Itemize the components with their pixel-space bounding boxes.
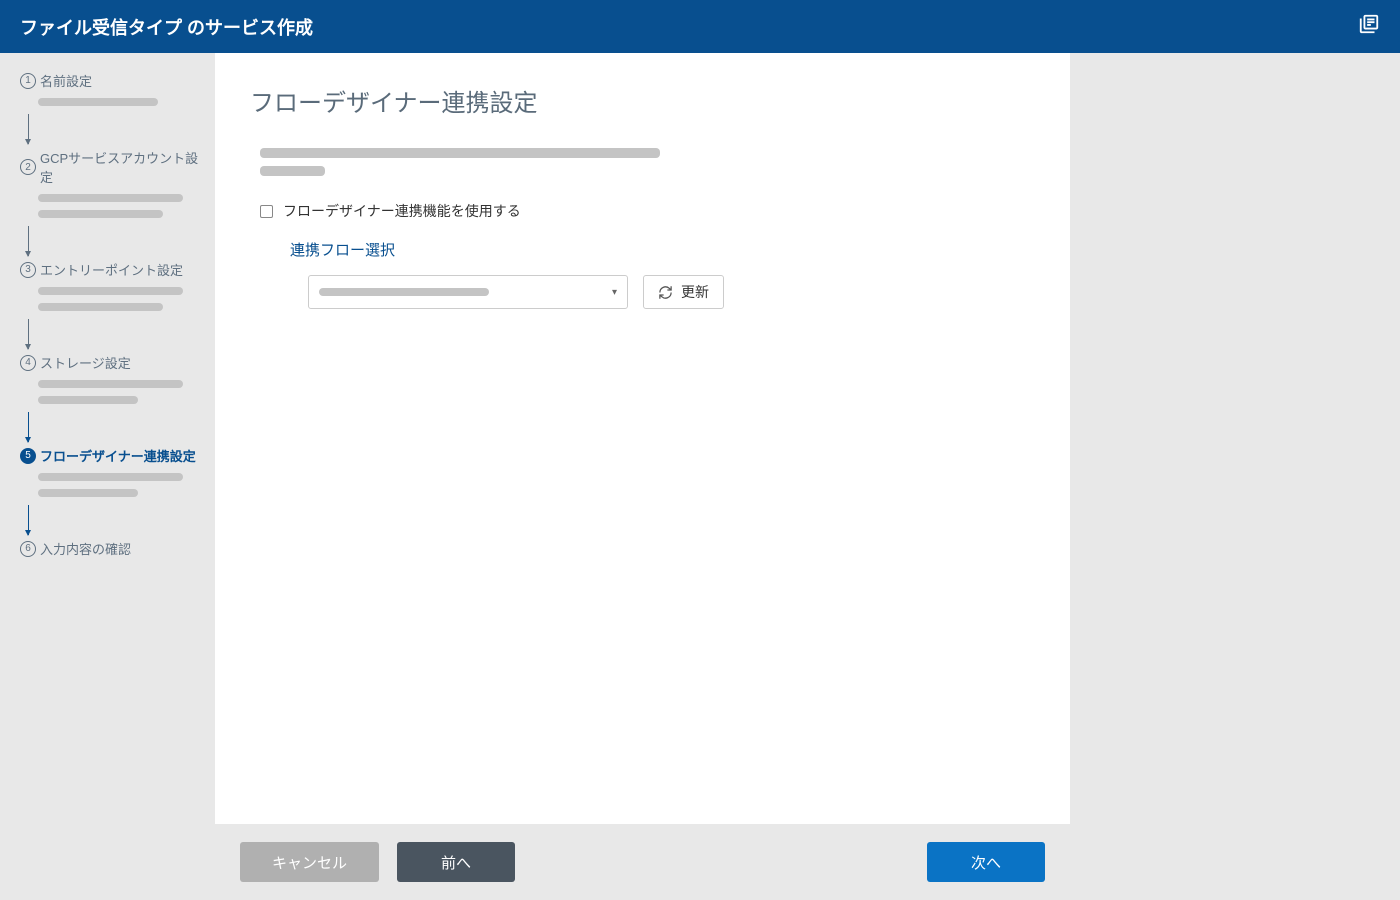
header-action-icon[interactable] bbox=[1358, 13, 1380, 40]
prev-button[interactable]: 前へ bbox=[397, 842, 515, 882]
flow-select-dropdown[interactable]: ▾ bbox=[308, 275, 628, 309]
step-3[interactable]: 3 エントリーポイント設定 bbox=[20, 260, 205, 311]
step-number-icon: 5 bbox=[20, 448, 36, 464]
step-4[interactable]: 4 ストレージ設定 bbox=[20, 353, 205, 404]
next-button[interactable]: 次へ bbox=[927, 842, 1045, 882]
step-label: ストレージ設定 bbox=[40, 353, 131, 372]
use-flow-designer-checkbox-row: フローデザイナー連携機能を使用する bbox=[260, 201, 1035, 221]
flow-select-title: 連携フロー選択 bbox=[290, 239, 1035, 260]
step-number-icon: 3 bbox=[20, 262, 36, 278]
step-2[interactable]: 2 GCPサービスアカウント設定 bbox=[20, 148, 205, 218]
placeholder-line bbox=[38, 473, 183, 481]
content-panel: フローデザイナー連携設定 フローデザイナー連携機能を使用する 連携フロー選択 ▾ bbox=[215, 53, 1070, 824]
wizard-steps-sidebar: 1 名前設定 2 GCPサービスアカウント設定 3 エントリーポイント設定 bbox=[0, 53, 215, 900]
step-connector-icon bbox=[28, 319, 29, 349]
placeholder-line bbox=[38, 396, 138, 404]
step-connector-icon bbox=[28, 114, 29, 144]
step-label: 入力内容の確認 bbox=[40, 539, 131, 558]
use-flow-designer-checkbox[interactable] bbox=[260, 205, 273, 218]
refresh-label: 更新 bbox=[681, 282, 709, 302]
placeholder-line bbox=[38, 303, 163, 311]
checkbox-label: フローデザイナー連携機能を使用する bbox=[283, 201, 521, 221]
step-5-current[interactable]: 5 フローデザイナー連携設定 bbox=[20, 446, 205, 497]
step-number-icon: 4 bbox=[20, 355, 36, 371]
placeholder-line bbox=[38, 194, 183, 202]
page-title: ファイル受信タイプ のサービス作成 bbox=[20, 14, 313, 40]
step-label: エントリーポイント設定 bbox=[40, 260, 183, 279]
step-6[interactable]: 6 入力内容の確認 bbox=[20, 539, 205, 558]
placeholder-line bbox=[38, 380, 183, 388]
placeholder-line bbox=[38, 287, 183, 295]
step-connector-icon bbox=[28, 226, 29, 256]
placeholder-line bbox=[38, 98, 158, 106]
step-connector-icon bbox=[28, 412, 29, 442]
step-1[interactable]: 1 名前設定 bbox=[20, 71, 205, 106]
chevron-down-icon: ▾ bbox=[612, 287, 617, 298]
refresh-button[interactable]: 更新 bbox=[643, 275, 724, 309]
content-title: フローデザイナー連携設定 bbox=[250, 83, 1035, 118]
placeholder-line bbox=[319, 288, 489, 296]
placeholder-line bbox=[38, 489, 138, 497]
placeholder-line bbox=[260, 148, 660, 158]
step-number-icon: 6 bbox=[20, 541, 36, 557]
step-number-icon: 2 bbox=[20, 159, 36, 175]
cancel-button[interactable]: キャンセル bbox=[240, 842, 379, 882]
placeholder-line bbox=[38, 210, 163, 218]
step-connector-icon bbox=[28, 505, 29, 535]
placeholder-line bbox=[260, 166, 325, 176]
app-header: ファイル受信タイプ のサービス作成 bbox=[0, 0, 1400, 53]
step-label: フローデザイナー連携設定 bbox=[40, 446, 196, 465]
refresh-icon bbox=[658, 285, 673, 300]
step-label: GCPサービスアカウント設定 bbox=[40, 148, 205, 186]
step-label: 名前設定 bbox=[40, 71, 92, 90]
step-number-icon: 1 bbox=[20, 73, 36, 89]
wizard-footer: キャンセル 前へ 次へ bbox=[215, 824, 1070, 900]
